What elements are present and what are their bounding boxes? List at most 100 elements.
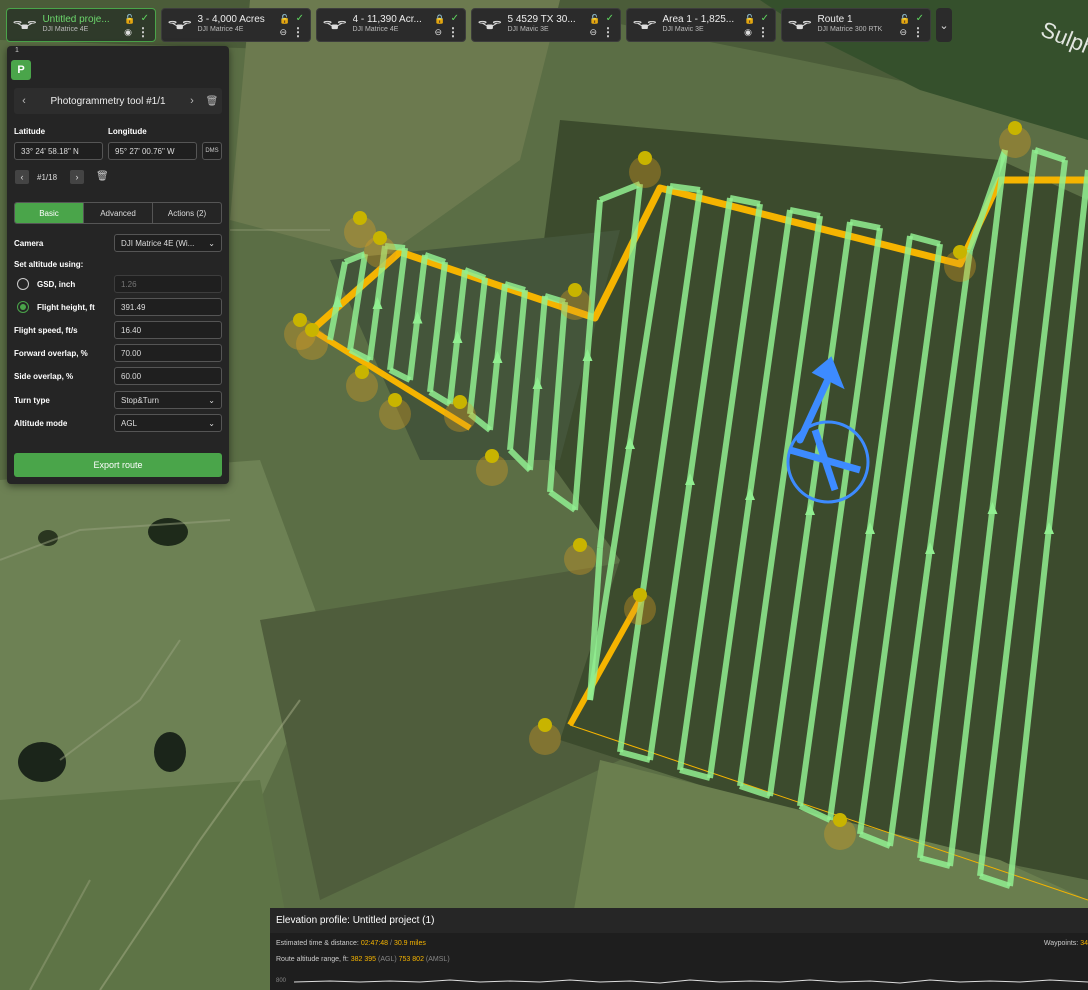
elevation-profile-line [293, 979, 1088, 984]
drone-icon [633, 20, 656, 30]
eye-icon[interactable]: ◉ [744, 26, 752, 38]
tab-controls: 🔓 ✓ ⊖ ⋮ [279, 13, 304, 38]
agl-unit: (AGL) [378, 956, 397, 963]
eye-off-icon[interactable]: ⊖ [899, 26, 907, 38]
chevron-left-icon[interactable]: ‹ [14, 95, 34, 107]
waypoint-index: #1/18 [37, 173, 58, 182]
more-options-icon[interactable]: ⋮ [447, 26, 459, 38]
chevron-down-icon: ⌄ [208, 238, 215, 248]
check-icon: ✓ [760, 12, 769, 24]
tab-controls: 🔓 ✓ ◉ ⋮ [744, 13, 769, 38]
tab-actions[interactable]: Actions (2) [153, 203, 221, 223]
altitude-range-label: Route altitude range, ft: [276, 956, 349, 963]
settings-tabs: Basic Advanced Actions (2) [14, 202, 222, 224]
gsd-radio[interactable] [17, 278, 29, 290]
more-options-icon[interactable]: ⋮ [757, 26, 769, 38]
side-overlap-input[interactable]: 60.00 [114, 367, 222, 385]
forward-overlap-input[interactable]: 70.00 [114, 344, 222, 362]
more-tabs-button[interactable]: ⌄ [936, 8, 952, 42]
estimated-time: 02:47:48 [360, 940, 389, 947]
flight-speed-input[interactable]: 16.40 [114, 321, 222, 339]
flight-height-radio[interactable] [17, 301, 29, 313]
check-icon: ✓ [295, 12, 304, 24]
waypoint-marker [638, 151, 652, 165]
next-waypoint-button[interactable]: › [70, 170, 84, 184]
lock-icon[interactable]: 🔒 [434, 13, 445, 25]
export-route-button[interactable]: Export route [14, 453, 222, 477]
lock-open-icon[interactable]: 🔓 [589, 13, 600, 25]
tab-drone-model: DJI Matrice 4E [42, 26, 89, 33]
turn-type-label: Turn type [14, 396, 50, 405]
more-options-icon[interactable]: ⋮ [292, 26, 304, 38]
tab-advanced[interactable]: Advanced [84, 203, 153, 223]
tab-drone-model: DJI Mavic 3E [507, 26, 549, 33]
drone-icon [13, 20, 36, 30]
project-tab[interactable]: 4 - 11,390 Acr... DJI Matrice 4E 🔒 ✓ ⊖ ⋮ [316, 8, 466, 42]
time-distance-label: Estimated time & distance: [276, 940, 359, 947]
waypoint-marker [373, 231, 387, 245]
project-tab[interactable]: 3 - 4,000 Acres DJI Matrice 4E 🔓 ✓ ⊖ ⋮ [161, 8, 311, 42]
tab-text: Untitled proje... DJI Matrice 4E [42, 15, 118, 35]
tab-text: Area 1 - 1,825... DJI Mavic 3E [662, 15, 738, 35]
chevron-down-icon: ⌄ [939, 19, 949, 32]
tab-text: 4 - 11,390 Acr... DJI Matrice 4E [353, 15, 429, 35]
delete-waypoint-icon[interactable]: 🗑 [96, 171, 109, 182]
lock-open-icon[interactable]: 🔓 [124, 13, 135, 25]
tab-drone-model: DJI Mavic 3E [662, 26, 704, 33]
waypoint-marker [633, 588, 647, 602]
photogrammetry-tool-icon[interactable]: P [11, 60, 31, 80]
waypoints-count: Waypoints: 34 [1044, 940, 1088, 947]
flight-height-input[interactable]: 391.49 [114, 298, 222, 316]
eye-icon[interactable]: ◉ [124, 26, 132, 38]
tab-basic[interactable]: Basic [15, 203, 84, 223]
lock-open-icon[interactable]: 🔓 [279, 13, 290, 25]
turn-type-value: Stop&Turn [121, 395, 159, 405]
agl-max: 395 [364, 956, 377, 963]
gsd-input[interactable]: 1.26 [114, 275, 222, 293]
turn-type-select[interactable]: Stop&Turn ⌄ [114, 391, 222, 409]
lock-open-icon[interactable]: 🔓 [899, 13, 910, 25]
elevation-profile-chart[interactable]: 800 [270, 972, 1088, 990]
drone-icon [788, 20, 812, 30]
time-distance-row: Estimated time & distance: 02:47:48 / 30… [276, 940, 426, 947]
latitude-input[interactable]: 33° 24' 58.18" N [14, 142, 103, 160]
estimated-distance: 30.9 miles [393, 940, 426, 947]
more-options-icon[interactable]: ⋮ [602, 26, 614, 38]
check-icon: ✓ [915, 12, 924, 24]
prev-waypoint-button[interactable]: ‹ [15, 170, 29, 184]
gsd-label: GSD, inch [37, 280, 76, 289]
dms-toggle-button[interactable]: DMS [202, 142, 222, 160]
project-tab[interactable]: 5 4529 TX 30... DJI Mavic 3E 🔓 ✓ ⊖ ⋮ [471, 8, 621, 42]
flight-height-label: Flight height, ft [37, 303, 95, 312]
tab-title: Route 1 [817, 15, 853, 25]
eye-off-icon[interactable]: ⊖ [279, 26, 287, 38]
more-options-icon[interactable]: ⋮ [137, 26, 149, 38]
waypoint-marker [485, 449, 499, 463]
lane-connector [669, 183, 701, 193]
tab-title: Area 1 - 1,825... [662, 15, 735, 25]
amsl-unit: (AMSL) [425, 956, 450, 963]
time-distance-separator: / [390, 940, 392, 947]
eye-off-icon[interactable]: ⊖ [589, 26, 597, 38]
project-tab[interactable]: Area 1 - 1,825... DJI Mavic 3E 🔓 ✓ ◉ ⋮ [626, 8, 776, 42]
tab-drone-model: DJI Matrice 4E [197, 26, 244, 33]
camera-label: Camera [14, 239, 44, 248]
longitude-input[interactable]: 95° 27' 00.76" W [108, 142, 197, 160]
tab-title: Untitled proje... [42, 15, 110, 25]
chevron-right-icon[interactable]: › [182, 95, 202, 107]
camera-select[interactable]: DJI Matrice 4E (Wi... ⌄ [114, 234, 222, 252]
tab-title: 3 - 4,000 Acres [197, 15, 265, 25]
eye-off-icon[interactable]: ⊖ [434, 26, 442, 38]
waypoint-marker [293, 313, 307, 327]
elevation-axis-tick: 800 [276, 978, 287, 984]
project-tab[interactable]: Untitled proje... DJI Matrice 4E 🔓 ✓ ◉ ⋮ [6, 8, 156, 42]
altitude-mode-select[interactable]: AGL ⌄ [114, 414, 222, 432]
altitude-mode-value: AGL [121, 418, 138, 428]
lock-open-icon[interactable]: 🔓 [744, 13, 755, 25]
waypoints-label: Waypoints: [1043, 940, 1079, 947]
trash-icon[interactable]: 🗑 [202, 96, 222, 107]
camera-value: DJI Matrice 4E (Wi... [121, 238, 195, 248]
project-tab[interactable]: Route 1 DJI Matrice 300 RTK 🔓 ✓ ⊖ ⋮ [781, 8, 931, 42]
more-options-icon[interactable]: ⋮ [912, 26, 924, 38]
drone-icon [168, 20, 192, 30]
